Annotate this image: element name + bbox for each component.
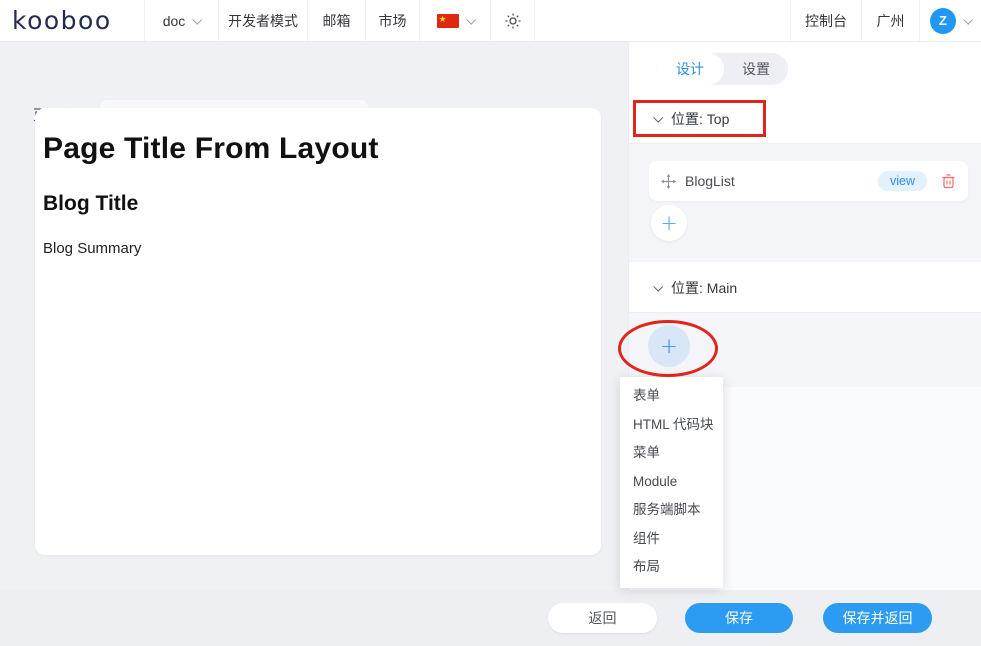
menu-item-form[interactable]: 表单 bbox=[620, 382, 723, 411]
chevron-down-icon bbox=[193, 15, 203, 25]
tab-design[interactable]: 设计 bbox=[656, 53, 724, 85]
chevron-down-icon bbox=[466, 15, 476, 25]
save-and-return-button[interactable]: 保存并返回 bbox=[823, 603, 932, 633]
nav-item-mail[interactable]: 邮箱 bbox=[307, 0, 365, 41]
section-position-top[interactable]: 位置: Top bbox=[629, 100, 981, 137]
main-content: 页面名称 Page Title From Layout Blog Title B… bbox=[0, 42, 628, 590]
preview-blog-title: Blog Title bbox=[43, 192, 591, 216]
china-flag-icon: ★ bbox=[437, 14, 459, 28]
widget-name: BlogList bbox=[685, 173, 878, 189]
widget-row-bloglist[interactable]: BlogList view bbox=[649, 161, 968, 201]
save-button[interactable]: 保存 bbox=[685, 603, 793, 633]
footer-bar: 返回 保存 保存并返回 bbox=[0, 590, 981, 646]
kooboo-logo-text: kooboo bbox=[12, 6, 112, 35]
add-widget-main-button[interactable]: + bbox=[648, 325, 690, 367]
nav-item-console[interactable]: 控制台 bbox=[790, 0, 861, 41]
tab-settings[interactable]: 设置 bbox=[724, 53, 788, 85]
position-top-body: BlogList view + bbox=[629, 144, 981, 262]
nav-market-label: 市场 bbox=[379, 11, 407, 31]
section-position-main-label: 位置: Main bbox=[671, 278, 737, 298]
avatar-initial: Z bbox=[939, 13, 947, 28]
nav-console-label: 控制台 bbox=[805, 11, 847, 31]
plus-icon: + bbox=[660, 211, 678, 235]
nav-item-market[interactable]: 市场 bbox=[365, 0, 419, 41]
chevron-down-icon bbox=[653, 282, 663, 292]
nav-doc-label: doc bbox=[163, 13, 186, 29]
nav-item-region[interactable]: 广州 bbox=[861, 0, 919, 41]
add-widget-menu: 表单 HTML 代码块 菜单 Module 服务端脚本 组件 布局 bbox=[620, 377, 723, 588]
nav-mail-label: 邮箱 bbox=[323, 11, 351, 31]
kooboo-logo[interactable]: kooboo bbox=[0, 0, 144, 41]
menu-item-module[interactable]: Module bbox=[620, 468, 723, 497]
navbar-spacer bbox=[534, 0, 790, 41]
top-navbar: kooboo doc 开发者模式 邮箱 市场 ★ 控制台 广州 bbox=[0, 0, 981, 42]
avatar: Z bbox=[930, 8, 956, 34]
section-position-top-label: 位置: Top bbox=[671, 109, 729, 129]
move-icon bbox=[661, 174, 676, 189]
view-badge[interactable]: view bbox=[878, 171, 927, 191]
position-main-body: + bbox=[629, 312, 981, 387]
menu-item-server-script[interactable]: 服务端脚本 bbox=[620, 496, 723, 525]
tab-design-label: 设计 bbox=[676, 59, 704, 79]
panel-tabs: 设计 设置 bbox=[656, 53, 788, 85]
tab-settings-label: 设置 bbox=[742, 59, 770, 79]
trash-icon bbox=[941, 173, 956, 189]
back-button[interactable]: 返回 bbox=[548, 603, 657, 633]
nav-dev-mode-label: 开发者模式 bbox=[228, 11, 298, 31]
menu-item-menu[interactable]: 菜单 bbox=[620, 439, 723, 468]
position-main-band: 位置: Main bbox=[629, 262, 981, 312]
menu-item-html-block[interactable]: HTML 代码块 bbox=[620, 411, 723, 440]
theme-toggle-button[interactable] bbox=[490, 0, 534, 41]
menu-item-layout[interactable]: 布局 bbox=[620, 553, 723, 582]
chevron-down-icon bbox=[963, 15, 973, 25]
add-widget-top-button[interactable]: + bbox=[651, 205, 687, 241]
delete-widget-button[interactable] bbox=[941, 173, 956, 189]
nav-item-dev-mode[interactable]: 开发者模式 bbox=[218, 0, 307, 41]
plus-icon: + bbox=[660, 334, 678, 358]
user-menu[interactable]: Z bbox=[919, 0, 981, 41]
section-position-main[interactable]: 位置: Main bbox=[629, 269, 981, 306]
chevron-down-icon bbox=[653, 113, 663, 123]
nav-item-doc[interactable]: doc bbox=[144, 0, 218, 41]
preview-page-title: Page Title From Layout bbox=[43, 132, 591, 166]
language-selector[interactable]: ★ bbox=[419, 0, 490, 41]
sun-icon bbox=[505, 13, 521, 29]
nav-region-label: 广州 bbox=[877, 11, 905, 31]
menu-item-component[interactable]: 组件 bbox=[620, 525, 723, 554]
preview-blog-summary: Blog Summary bbox=[43, 240, 591, 257]
page-preview-card: Page Title From Layout Blog Title Blog S… bbox=[35, 108, 601, 555]
